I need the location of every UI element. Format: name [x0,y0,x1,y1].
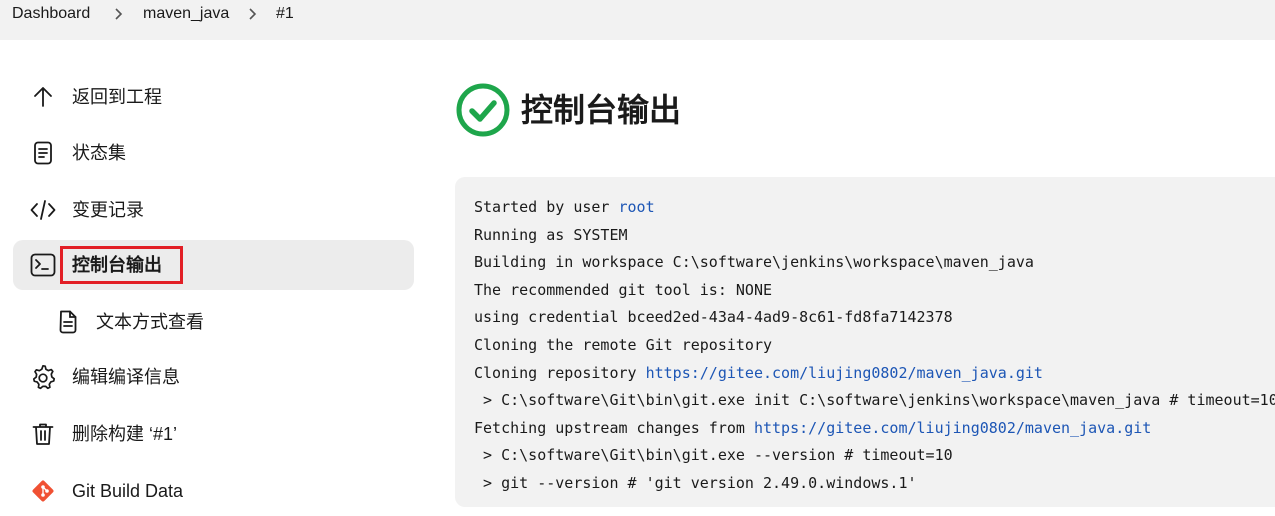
console-output: Started by user root Running as SYSTEM B… [455,177,1275,507]
sidebar-item-changes[interactable]: 变更记录 [13,185,414,235]
arrow-up-icon [30,84,56,110]
breadcrumb-dashboard[interactable]: Dashboard [12,3,90,25]
page-title: 控制台输出 [521,92,682,128]
sidebar-item-back-to-project[interactable]: 返回到工程 [13,72,414,122]
console-line: > git --version # 'git version 2.49.0.wi… [474,473,917,492]
sidebar-item-edit-build-info[interactable]: 编辑编译信息 [13,352,414,402]
chevron-right-icon [246,3,258,25]
sidebar-item-plain-text[interactable]: 文本方式查看 [13,297,414,347]
sidebar-item-label: Git Build Data [72,481,184,501]
sidebar-item-label: 返回到工程 [72,87,162,107]
console-line: Running as SYSTEM [474,225,628,244]
highlight-box [60,246,183,284]
console-line: The recommended git tool is: NONE [474,280,773,299]
chevron-right-icon [112,3,124,25]
console-link[interactable]: https://gitee.com/liujing0802/maven_java… [646,364,1043,382]
sidebar-item-label: 删除构建 ‘#1’ [72,424,178,444]
breadcrumb: Dashboard maven_java #1 [0,0,1275,40]
git-icon [30,478,56,504]
console-line: > C:\software\Git\bin\git.exe init C:\so… [474,391,1275,410]
breadcrumb-job[interactable]: maven_java [143,3,229,25]
terminal-icon [30,252,56,278]
sidebar-item-label: 文本方式查看 [96,312,204,332]
console-line: Cloning the remote Git repository [474,335,773,354]
console-link[interactable]: https://gitee.com/liujing0802/maven_java… [754,419,1151,437]
sidebar-item-label: 状态集 [72,143,126,163]
sidebar-item-delete-build[interactable]: 删除构建 ‘#1’ [13,409,414,459]
code-icon [30,197,56,223]
console-link[interactable]: root [619,198,655,216]
console-line: Building in workspace C:\software\jenkin… [474,253,1034,272]
console-line: > C:\software\Git\bin\git.exe --version … [474,446,953,465]
sidebar-item-console-output[interactable]: 控制台输出 [13,240,414,290]
breadcrumb-build[interactable]: #1 [276,3,294,25]
console-line: Started by user root [474,198,655,216]
success-check-icon [455,82,511,138]
gear-icon [30,364,56,390]
sidebar: 返回到工程 状态集 变更记录 控制台输出 文本方式查看 编辑编译信息 删除构建 … [0,40,430,502]
document-icon [30,140,56,166]
console-line: Fetching upstream changes from https://g… [474,418,1152,437]
sidebar-item-status[interactable]: 状态集 [13,128,414,178]
trash-icon [30,421,56,447]
text-file-icon [55,309,81,335]
sidebar-item-label: 变更记录 [72,200,144,220]
sidebar-item-git-build-data[interactable]: Git Build Data [13,466,414,516]
console-line: Cloning repository https://gitee.com/liu… [474,363,1043,382]
console-line: using credential bceed2ed-43a4-4ad9-8c61… [474,308,953,327]
sidebar-item-label: 编辑编译信息 [72,367,180,387]
